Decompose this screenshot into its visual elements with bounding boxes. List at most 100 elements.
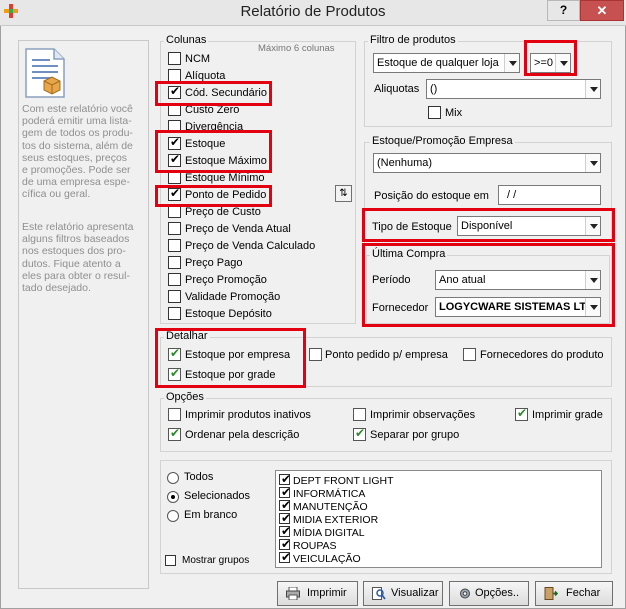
fornecedores-do-produto-label: Fornecedores do produto: [480, 349, 604, 361]
preco-pago-label: Preço Pago: [185, 257, 243, 269]
printer-icon: [286, 587, 300, 600]
midia-digital-label: MÍDIA DIGITAL: [293, 527, 365, 539]
informatica-checkbox[interactable]: [279, 485, 291, 499]
estoque-operator-select[interactable]: >=0: [530, 53, 571, 73]
preco-de-venda-calculado-label: Preço de Venda Calculado: [185, 240, 316, 252]
em-branco-radio-label: Em branco: [184, 509, 238, 521]
close-window-button[interactable]: ✕: [580, 0, 624, 21]
validade-promocao-label: Validade Promoção: [185, 291, 281, 303]
ponto-pedido-p-empresa-checkbox[interactable]: [309, 348, 322, 361]
divergencia-checkbox[interactable]: [168, 120, 181, 133]
tipo-estoque-select[interactable]: Disponível: [457, 216, 601, 236]
todos-radio[interactable]: [167, 472, 179, 484]
validade-promocao-checkbox[interactable]: [168, 290, 181, 303]
estoque-minimo-checkbox[interactable]: [168, 171, 181, 184]
dept-front-light-checkbox[interactable]: [279, 472, 291, 486]
visualizar-button[interactable]: Visualizar: [363, 581, 443, 606]
aliquotas-select[interactable]: (): [426, 79, 601, 99]
preview-magnifier-icon: [372, 587, 386, 600]
chevron-down-icon[interactable]: [585, 217, 600, 235]
chevron-down-icon[interactable]: [585, 271, 600, 289]
chevron-down-icon[interactable]: [585, 154, 600, 172]
em-branco-radio[interactable]: [167, 510, 179, 522]
report-document-icon: [25, 48, 65, 98]
periodo-value: Ano atual: [439, 274, 486, 286]
preco-pago-checkbox[interactable]: [168, 256, 181, 269]
separar-por-grupo-checkbox[interactable]: [353, 426, 366, 441]
max-columns-note: Máximo 6 colunas: [258, 43, 335, 54]
aliquotas-label: Aliquotas: [374, 83, 420, 95]
roupas-label: ROUPAS: [293, 540, 337, 552]
dept-front-light-label: DEPT FRONT LIGHT: [293, 475, 394, 487]
fornecedor-label: Fornecedor: [372, 302, 429, 314]
selecionados-radio[interactable]: [167, 491, 179, 503]
preco-de-venda-calculado-checkbox[interactable]: [168, 239, 181, 252]
veiculacao-checkbox[interactable]: [279, 550, 291, 564]
periodo-label: Período: [372, 274, 411, 286]
ponto-de-pedido-label: Ponto de Pedido: [185, 189, 267, 201]
imprimir-produtos-inativos-label: Imprimir produtos inativos: [185, 409, 311, 421]
help-button[interactable]: ?: [547, 0, 580, 21]
fechar-button[interactable]: Fechar: [535, 581, 613, 606]
chevron-down-icon[interactable]: [585, 80, 600, 98]
periodo-select[interactable]: Ano atual: [435, 270, 601, 290]
preco-de-venda-atual-checkbox[interactable]: [168, 222, 181, 235]
imprimir-observacoes-checkbox[interactable]: [353, 408, 366, 421]
window-title: Relatório de Produtos: [240, 3, 386, 20]
mix-checkbox[interactable]: [428, 106, 441, 119]
posicao-estoque-value: / /: [507, 189, 517, 201]
estoque-maximo-label: Estoque Máximo: [185, 155, 267, 167]
imprimir-button[interactable]: Imprimir: [277, 581, 358, 606]
chevron-down-icon[interactable]: [504, 54, 519, 72]
fornecedor-select[interactable]: LOGYCWARE SISTEMAS LT: [435, 297, 601, 317]
custo-zero-label: Custo Zero: [185, 104, 240, 116]
estoque-scope-select[interactable]: Estoque de qualquer loja: [373, 53, 520, 73]
fornecedores-do-produto-checkbox[interactable]: [463, 348, 476, 361]
estoque-por-empresa-checkbox[interactable]: [168, 346, 181, 361]
ponto-de-pedido-checkbox[interactable]: [168, 186, 181, 201]
ordenar-pela-descricao-checkbox[interactable]: [168, 426, 181, 441]
estoque-maximo-checkbox[interactable]: [168, 152, 181, 167]
estoque-scope-value: Estoque de qualquer loja: [377, 57, 499, 69]
opcoes-label: Opções..: [475, 587, 520, 599]
chevron-down-icon[interactable]: [585, 298, 600, 316]
todos-radio-label: Todos: [184, 471, 214, 483]
posicao-estoque-date-input[interactable]: / /: [498, 185, 601, 205]
preco-de-custo-checkbox[interactable]: [168, 205, 181, 218]
estoque-deposito-checkbox[interactable]: [168, 307, 181, 320]
estoque-checkbox[interactable]: [168, 135, 181, 150]
chevron-down-icon[interactable]: [555, 54, 570, 72]
midia-exterior-checkbox[interactable]: [279, 511, 291, 525]
info-description: Com este relatório você poderá emitir um…: [22, 103, 133, 201]
reorder-columns-button[interactable]: ⇅: [335, 185, 352, 202]
tipo-estoque-value: Disponível: [461, 220, 513, 232]
preco-de-custo-label: Preço de Custo: [185, 206, 261, 218]
ncm-checkbox[interactable]: [168, 52, 181, 65]
ncm-label: NCM: [185, 53, 211, 65]
preco-promocao-checkbox[interactable]: [168, 273, 181, 286]
midia-exterior-label: MIDIA EXTERIOR: [293, 514, 379, 526]
swap-icon: ⇅: [339, 188, 348, 199]
divergencia-label: Divergência: [185, 121, 244, 133]
midia-digital-checkbox[interactable]: [279, 524, 291, 538]
options-gear-icon: [460, 588, 470, 599]
imprimir-label: Imprimir: [307, 587, 347, 599]
custo-zero-checkbox[interactable]: [168, 103, 181, 116]
mostrar-grupos-checkbox[interactable]: [165, 555, 176, 566]
opcoes-button[interactable]: Opções..: [449, 581, 529, 606]
estoque-deposito-label: Estoque Depósito: [185, 308, 272, 320]
roupas-checkbox[interactable]: [279, 537, 291, 551]
aliquota-checkbox[interactable]: [168, 69, 181, 82]
cod-secundario-checkbox[interactable]: [168, 84, 181, 99]
aliquotas-value: (): [430, 83, 438, 95]
estoque-por-grade-checkbox[interactable]: [168, 366, 181, 381]
filtro-legend: Filtro de produtos: [368, 34, 458, 46]
imprimir-grade-checkbox[interactable]: [515, 406, 528, 421]
estoque-minimo-label: Estoque Mínimo: [185, 172, 265, 184]
imprimir-produtos-inativos-checkbox[interactable]: [168, 408, 181, 421]
exit-door-icon: [544, 587, 558, 600]
empresa-select[interactable]: (Nenhuma): [373, 153, 601, 173]
separar-por-grupo-label: Separar por grupo: [370, 429, 460, 441]
manutencao-checkbox[interactable]: [279, 498, 291, 512]
fornecedor-value: LOGYCWARE SISTEMAS LT: [439, 301, 587, 313]
